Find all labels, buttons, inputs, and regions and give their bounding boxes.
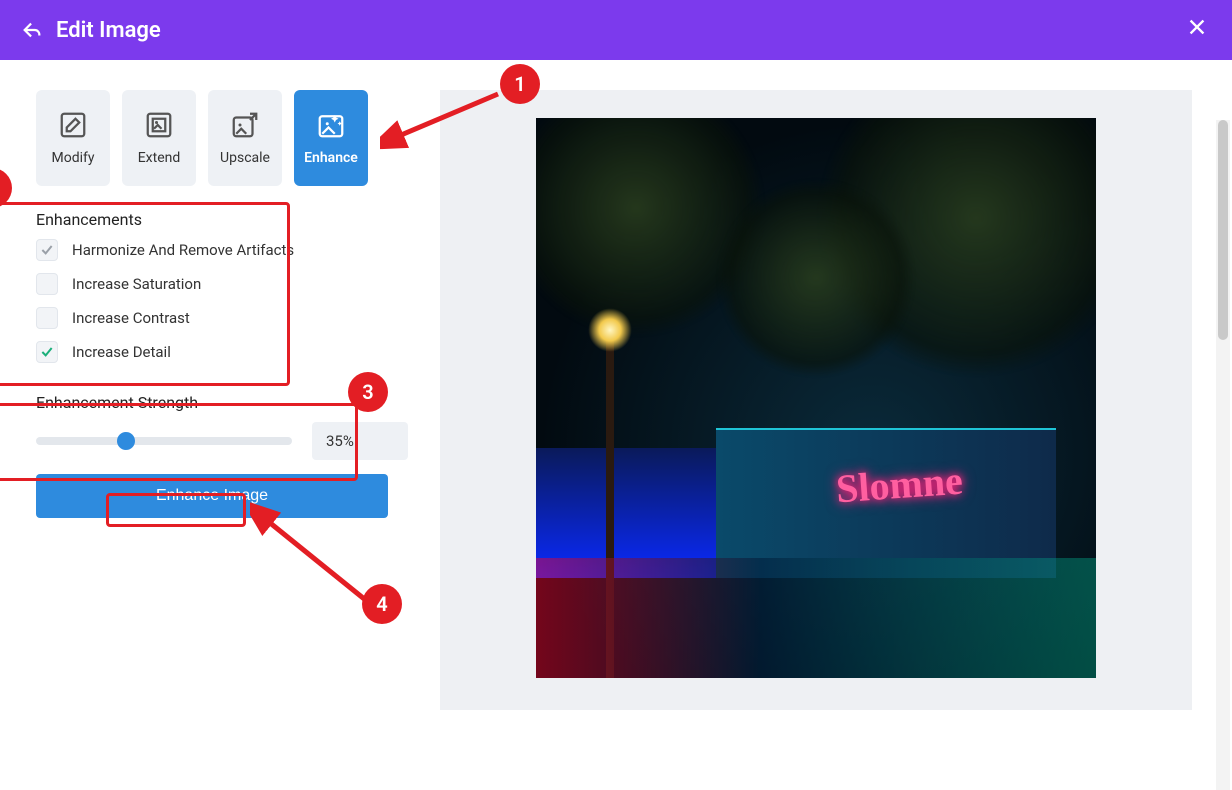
controls-sidebar: Modify Extend Upscale <box>0 60 440 750</box>
checkbox[interactable] <box>36 239 58 261</box>
check-label: Increase Detail <box>72 343 171 361</box>
preview-image: Slomne <box>536 118 1096 678</box>
annotation-badge-4: 4 <box>362 584 402 624</box>
slider-thumb[interactable] <box>117 432 135 450</box>
annotation-badge-2: 2 <box>0 168 12 208</box>
tab-enhance[interactable]: Enhance <box>294 90 368 186</box>
enhancements-section: Enhancements Harmonize And Remove Artifa… <box>36 210 408 371</box>
tab-upscale[interactable]: Upscale <box>208 90 282 186</box>
check-saturation: Increase Saturation <box>36 273 408 295</box>
preview-panel: Slomne <box>440 60 1232 750</box>
check-label: Increase Contrast <box>72 309 190 327</box>
annotation-arrow-4 <box>250 502 390 622</box>
close-icon[interactable] <box>1186 16 1208 42</box>
preview-box: Slomne <box>440 90 1192 710</box>
check-contrast: Increase Contrast <box>36 307 408 329</box>
section-title: Enhancement Strength <box>36 393 408 412</box>
check-harmonize: Harmonize And Remove Artifacts <box>36 239 408 261</box>
vertical-scrollbar[interactable] <box>1216 120 1230 790</box>
tab-label: Upscale <box>220 150 270 166</box>
strength-section: Enhancement Strength 35% <box>36 393 408 460</box>
tab-modify[interactable]: Modify <box>36 90 110 186</box>
check-detail: Increase Detail <box>36 341 408 363</box>
checkbox[interactable] <box>36 307 58 329</box>
back-icon[interactable] <box>20 18 44 42</box>
check-label: Harmonize And Remove Artifacts <box>72 241 294 259</box>
tab-label: Extend <box>138 150 181 166</box>
tab-extend[interactable]: Extend <box>122 90 196 186</box>
preview-sign-text: Slomne <box>835 457 965 513</box>
mode-tabs: Modify Extend Upscale <box>36 90 408 186</box>
page-title: Edit Image <box>56 18 161 43</box>
strength-value[interactable]: 35% <box>312 422 408 460</box>
tab-label: Enhance <box>304 150 358 166</box>
strength-slider[interactable] <box>36 437 292 445</box>
app-header: Edit Image <box>0 0 1232 60</box>
check-label: Increase Saturation <box>72 275 201 293</box>
scrollbar-thumb[interactable] <box>1218 120 1228 340</box>
checkbox[interactable] <box>36 341 58 363</box>
section-title: Enhancements <box>36 210 408 229</box>
checkbox[interactable] <box>36 273 58 295</box>
enhance-image-button[interactable]: Enhance Image <box>36 474 388 518</box>
tab-label: Modify <box>52 150 95 166</box>
